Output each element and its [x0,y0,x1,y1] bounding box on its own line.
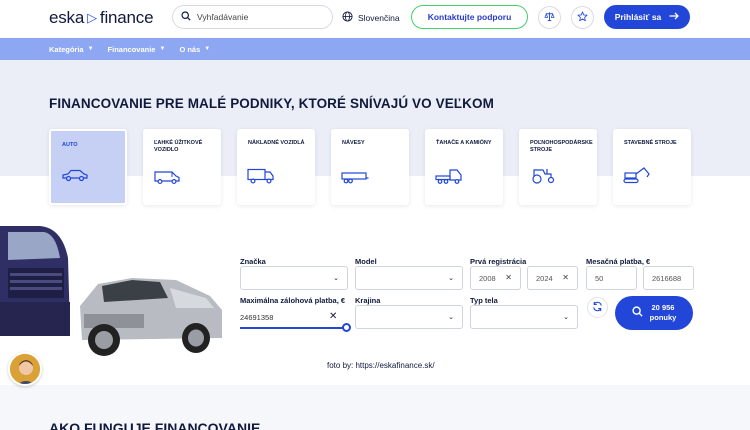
truck-icon [247,168,275,189]
model-select[interactable]: ⌄ [355,266,463,290]
nav-item-category[interactable]: Kategória ▼ [49,45,94,54]
hero-title: FINANCOVANIE PRE MALÉ PODNIKY, KTORÉ SNÍ… [49,96,494,111]
chevron-down-icon: ▼ [204,46,211,52]
language-selector[interactable]: Slovenčina [342,11,400,24]
logo[interactable]: eska ▷ finance [49,8,154,28]
chevron-down-icon: ⌄ [448,275,454,282]
vehicles-image [0,226,222,356]
star-icon [577,9,588,27]
chevron-down-icon: ⌄ [333,275,339,282]
country-label: Krajina [355,296,381,305]
results-count: 20 956 [651,303,675,312]
login-label: Prihlásiť sa [614,12,662,22]
trailer-icon [341,170,369,189]
clear-icon[interactable]: ✕ [329,311,337,322]
chevron-down-icon: ▼ [159,46,166,52]
category-card-van[interactable]: ĽAHKÉ ÚŽITKOVÉ VOZIDLO [143,129,221,205]
category-card-car[interactable]: AUTO [49,129,127,205]
category-card-truck[interactable]: NÁKLADNÉ VOZIDLÁ [237,129,315,205]
nav-item-label: O nás [179,44,201,54]
first-registration-to-value: 2024 [536,273,553,283]
category-label: ŤAHAČE A KAMIÓNY [436,140,492,146]
body-type-select[interactable]: ⌄ [470,305,578,329]
main-nav: Kategória ▼ Financovanie ▼ O nás ▼ [0,38,750,60]
monthly-payment-label: Mesačná platba, € [586,257,651,266]
first-registration-label: Prvá registrácia [470,257,527,266]
max-down-payment-value: 24691358 [240,313,274,322]
category-label: AUTO [62,142,78,148]
logo-text-right: finance [99,8,154,27]
show-results-button[interactable]: 20 956 ponuky [615,296,693,330]
category-card-agricultural[interactable]: POĽNOHOSPODÁRSKE STROJE [519,129,597,205]
top-bar: eska ▷ finance Slovenčina Kontaktujte po… [0,0,750,38]
nav-item-label: Financovanie [107,44,156,54]
car-icon [61,168,89,187]
brand-label: Značka [240,257,266,266]
compare-button[interactable] [538,6,561,29]
globe-icon [342,11,353,24]
chevron-down-icon: ⌄ [563,314,569,321]
chat-avatar[interactable] [8,352,42,386]
photo-caption: foto by: https://eskafinance.sk/ [327,361,435,370]
van-icon [153,170,181,189]
body-type-label: Typ tela [470,296,498,305]
category-label: NÁVESY [342,140,365,146]
tractor-unit-icon [435,168,463,189]
search-icon [632,304,643,322]
tractor-icon [529,166,557,189]
section-title: AKO FUNGUJE FINANCOVANIE [49,420,261,430]
country-select[interactable]: ⌄ [355,305,463,329]
results-unit: ponuky [649,313,677,322]
search-box[interactable] [172,5,333,29]
nav-item-financing[interactable]: Financovanie ▼ [108,45,166,54]
category-label: STAVEBNÉ STROJE [624,140,677,146]
language-label: Slovenčina [358,12,400,23]
category-cards: AUTO ĽAHKÉ ÚŽITKOVÉ VOZIDLO NÁKLADNÉ VOZ… [49,129,691,205]
nav-item-about[interactable]: O nás ▼ [179,45,210,54]
chevron-down-icon: ⌄ [448,314,454,321]
category-label: ĽAHKÉ ÚŽITKOVÉ VOZIDLO [154,140,203,153]
search-input[interactable] [197,12,317,22]
contact-support-button[interactable]: Kontaktujte podporu [411,5,528,29]
clear-icon[interactable]: ✕ [505,273,512,282]
category-card-construction[interactable]: STAVEBNÉ STROJE [613,129,691,205]
max-down-payment-label: Maximálna zálohová platba, € [240,296,346,305]
favorites-button[interactable] [571,6,594,29]
monthly-payment-from-value: 50 [595,273,604,283]
monthly-payment-from[interactable]: 50 [586,266,637,290]
category-label: POĽNOHOSPODÁRSKE STROJE [530,140,593,153]
scales-icon [544,9,555,27]
category-card-trailer[interactable]: NÁVESY [331,129,409,205]
refresh-icon [592,299,603,317]
search-icon [181,8,191,26]
login-button[interactable]: Prihlásiť sa [604,5,690,29]
brand-select[interactable]: ⌄ [240,266,348,290]
logo-text-left: eska [49,8,85,27]
max-down-payment-slider-track[interactable] [240,327,348,329]
nav-item-label: Kategória [49,44,84,54]
clear-icon[interactable]: ✕ [562,273,569,282]
category-label: NÁKLADNÉ VOZIDLÁ [248,140,305,146]
category-card-tractor-unit[interactable]: ŤAHAČE A KAMIÓNY [425,129,503,205]
arrow-right-icon [669,12,680,22]
model-label: Model [355,257,377,266]
excavator-icon [623,166,651,189]
first-registration-to[interactable]: 2024 ✕ [527,266,578,290]
chevron-down-icon: ▼ [87,46,94,52]
logo-arrow-icon: ▷ [87,10,97,25]
first-registration-from[interactable]: 2008 ✕ [470,266,521,290]
monthly-payment-to[interactable]: 2616688 [643,266,694,290]
first-registration-from-value: 2008 [479,273,496,283]
monthly-payment-to-value: 2616688 [652,273,682,283]
slider-handle[interactable] [342,323,351,332]
reset-filters-button[interactable] [587,297,608,318]
